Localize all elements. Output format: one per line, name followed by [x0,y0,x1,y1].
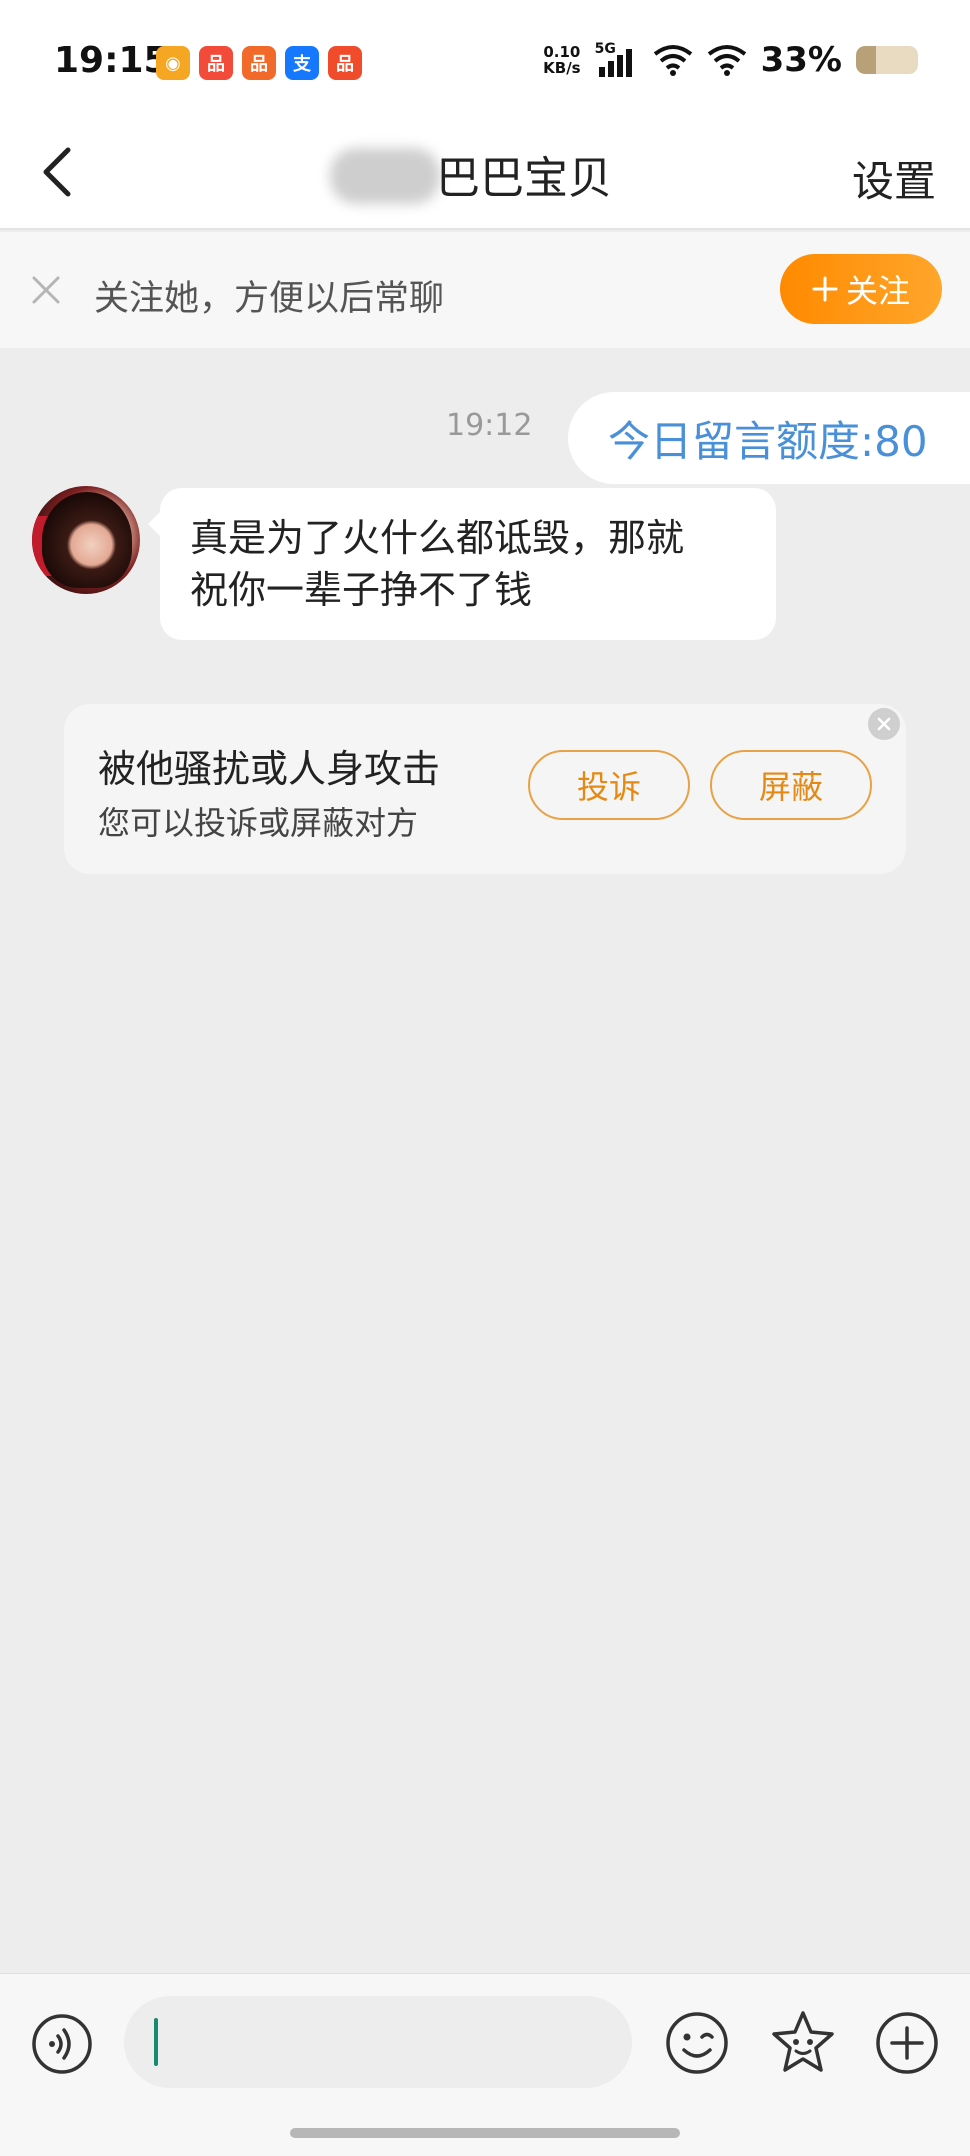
nav-bar: 巴巴宝贝 设置 [0,120,970,230]
input-bar [0,1973,970,2156]
status-bar: 19:15 ◉ 品 品 支 品 0.10 KB/s 5G 33% [0,0,970,120]
chat-title-text: 巴巴宝贝 [436,153,612,204]
incoming-message-bubble[interactable]: 真是为了火什么都诋毁，那就 祝你一辈子挣不了钱 [148,488,776,640]
plus-icon[interactable] [874,2010,940,2076]
battery-icon [856,46,918,74]
x-icon [877,717,891,731]
harassment-report-card: 被他骚扰或人身攻击 您可以投诉或屏蔽对方 投诉 屏蔽 [64,704,906,874]
message-timestamp: 19:12 [446,408,533,443]
follow-banner: 关注她，方便以后常聊 关注 [0,232,970,348]
sticker-icon[interactable] [768,2008,838,2078]
follow-button-label: 关注 [845,272,910,310]
follow-prompt-text: 关注她，方便以后常聊 [94,279,445,319]
network-type: 5G [594,41,616,57]
complain-button[interactable]: 投诉 [528,750,690,820]
battery-percent: 33% [760,40,842,80]
plus-icon [812,276,838,302]
emoji-icon[interactable] [664,2010,730,2076]
chat-area[interactable]: 19:12 今日留言额度:80 真是为了火什么都诋毁，那就 祝你一辈子挣不了钱 … [0,348,970,1973]
app-icon: 品 [328,46,362,80]
voice-icon[interactable] [30,2012,94,2076]
block-button[interactable]: 屏蔽 [710,750,872,820]
net-speed-unit: KB/s [543,59,581,77]
text-caret [154,2018,158,2066]
alipay-icon: 支 [285,46,319,80]
wifi-icon [707,45,746,76]
cellular-signal-icon: 5G [595,41,639,79]
home-indicator [290,2128,680,2138]
settings-button[interactable]: 设置 [852,148,936,209]
notification-app-icons: ◉ 品 品 支 品 [156,46,362,80]
close-icon[interactable] [868,708,900,740]
avatar[interactable] [32,486,140,594]
weibo-icon: ◉ [156,46,190,80]
report-card-subtitle: 您可以投诉或屏蔽对方 [98,804,419,842]
back-arrow-icon[interactable] [30,142,90,202]
status-time: 19:15 [54,40,169,81]
app-icon: 品 [242,46,276,80]
message-line: 祝你一辈子挣不了钱 [190,568,533,612]
net-speed-value: 0.10 [543,43,581,61]
status-right: 0.10 KB/s 5G 33% [543,40,918,80]
message-input[interactable] [124,1996,632,2088]
quota-message-bubble: 今日留言额度:80 [568,392,970,484]
chat-title: 巴巴宝贝 [330,142,612,206]
follow-button[interactable]: 关注 [780,254,942,324]
message-line: 真是为了火什么都诋毁，那就 [190,516,685,560]
app-icon: 品 [199,46,233,80]
close-icon[interactable] [28,272,64,308]
net-speed: 0.10 KB/s [543,44,580,76]
report-card-title: 被他骚扰或人身攻击 [98,747,441,791]
battery-fill [856,46,877,74]
wifi-calling-icon [653,45,692,76]
